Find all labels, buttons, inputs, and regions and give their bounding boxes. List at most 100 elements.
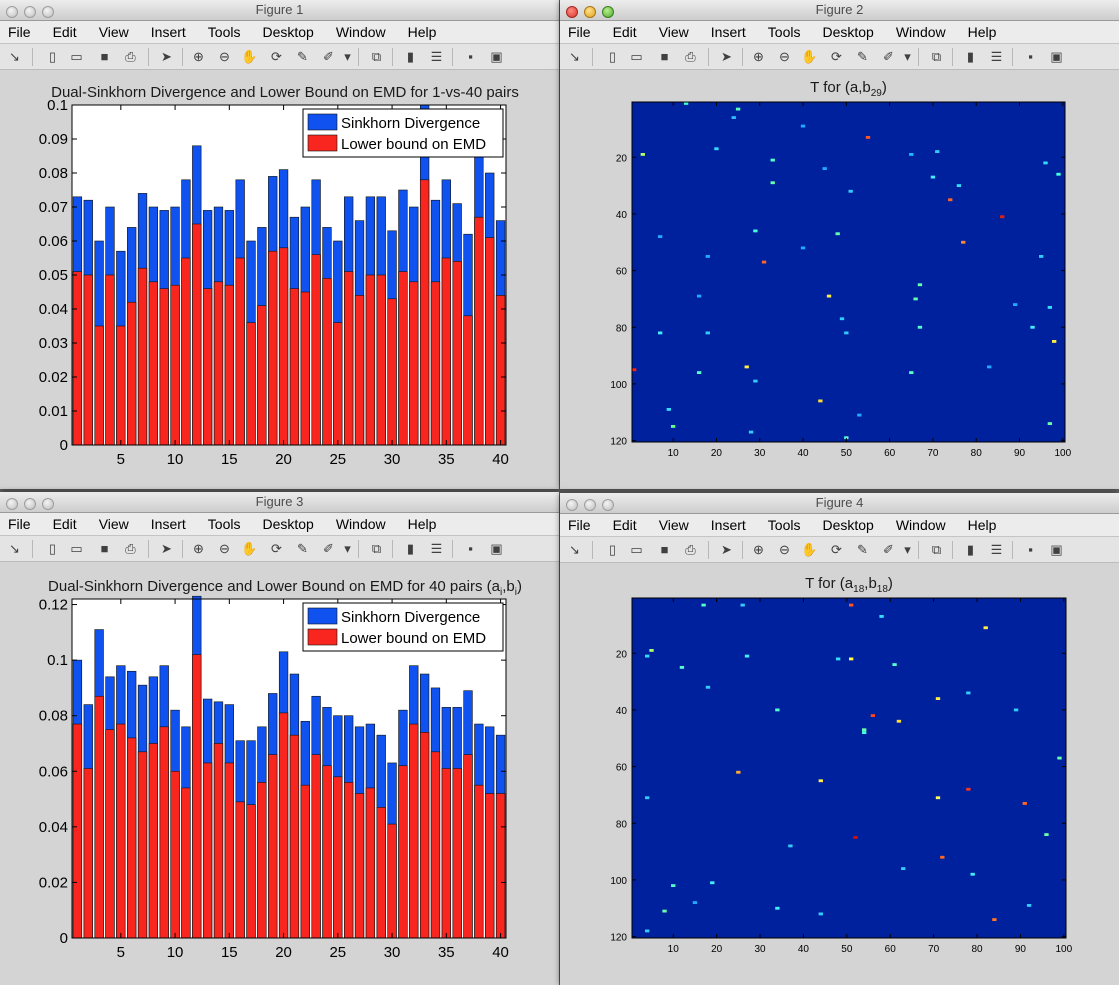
legend-icon[interactable]: ☰ bbox=[988, 541, 1005, 558]
new-figure-icon[interactable]: ▯ bbox=[44, 540, 61, 557]
save-icon[interactable]: ■ bbox=[656, 48, 673, 65]
pan-hand-icon[interactable]: ✋ bbox=[241, 540, 258, 557]
hide-tools-icon[interactable]: ▪ bbox=[1022, 541, 1039, 558]
menu-edit[interactable]: Edit bbox=[613, 517, 637, 533]
brush-dropdown-icon[interactable]: ▾ bbox=[343, 48, 352, 65]
dock-arrow-icon[interactable]: ↘ bbox=[6, 540, 23, 557]
open-file-icon[interactable]: ▭ bbox=[628, 48, 645, 65]
menu-insert[interactable]: Insert bbox=[151, 516, 186, 532]
rotate-3d-icon[interactable]: ⟳ bbox=[268, 540, 285, 557]
close-icon[interactable] bbox=[6, 498, 18, 510]
save-icon[interactable]: ■ bbox=[96, 540, 113, 557]
menu-help[interactable]: Help bbox=[408, 24, 437, 40]
menu-file[interactable]: File bbox=[568, 24, 591, 40]
brush-icon[interactable]: ✐ bbox=[880, 48, 897, 65]
colorbar-icon[interactable]: ▮ bbox=[962, 48, 979, 65]
show-tools-icon[interactable]: ▣ bbox=[1048, 48, 1065, 65]
print-icon[interactable]: ⎙ bbox=[682, 541, 699, 558]
colorbar-icon[interactable]: ▮ bbox=[402, 48, 419, 65]
menu-tools[interactable]: Tools bbox=[208, 516, 241, 532]
dock-arrow-icon[interactable]: ↘ bbox=[566, 48, 583, 65]
menu-window[interactable]: Window bbox=[896, 24, 946, 40]
zoom-out-icon[interactable]: ⊖ bbox=[216, 540, 233, 557]
menu-view[interactable]: View bbox=[659, 24, 689, 40]
pan-hand-icon[interactable]: ✋ bbox=[241, 48, 258, 65]
menu-tools[interactable]: Tools bbox=[768, 24, 801, 40]
menu-view[interactable]: View bbox=[99, 516, 129, 532]
open-file-icon[interactable]: ▭ bbox=[68, 540, 85, 557]
menu-edit[interactable]: Edit bbox=[53, 24, 77, 40]
select-arrow-icon[interactable]: ➤ bbox=[158, 540, 175, 557]
print-icon[interactable]: ⎙ bbox=[122, 48, 139, 65]
figure2-titlebar[interactable]: Figure 2 bbox=[560, 0, 1119, 21]
zoom-out-icon[interactable]: ⊖ bbox=[776, 48, 793, 65]
dock-arrow-icon[interactable]: ↘ bbox=[6, 48, 23, 65]
figure1-titlebar[interactable]: Figure 1 bbox=[0, 0, 559, 21]
close-icon[interactable] bbox=[566, 6, 578, 18]
select-arrow-icon[interactable]: ➤ bbox=[158, 48, 175, 65]
menu-view[interactable]: View bbox=[99, 24, 129, 40]
hide-tools-icon[interactable]: ▪ bbox=[462, 48, 479, 65]
data-cursor-icon[interactable]: ✎ bbox=[854, 541, 871, 558]
menu-tools[interactable]: Tools bbox=[768, 517, 801, 533]
zoom-in-icon[interactable]: ⊕ bbox=[750, 48, 767, 65]
menu-file[interactable]: File bbox=[8, 516, 31, 532]
rotate-3d-icon[interactable]: ⟳ bbox=[268, 48, 285, 65]
brush-icon[interactable]: ✐ bbox=[320, 540, 337, 557]
open-file-icon[interactable]: ▭ bbox=[68, 48, 85, 65]
menu-desktop[interactable]: Desktop bbox=[262, 24, 313, 40]
minimize-icon[interactable] bbox=[584, 6, 596, 18]
menu-view[interactable]: View bbox=[659, 517, 689, 533]
zoom-icon[interactable] bbox=[602, 499, 614, 511]
save-icon[interactable]: ■ bbox=[96, 48, 113, 65]
show-tools-icon[interactable]: ▣ bbox=[488, 48, 505, 65]
data-cursor-icon[interactable]: ✎ bbox=[854, 48, 871, 65]
new-figure-icon[interactable]: ▯ bbox=[44, 48, 61, 65]
new-figure-icon[interactable]: ▯ bbox=[604, 541, 621, 558]
rotate-3d-icon[interactable]: ⟳ bbox=[828, 48, 845, 65]
save-icon[interactable]: ■ bbox=[656, 541, 673, 558]
zoom-in-icon[interactable]: ⊕ bbox=[190, 48, 207, 65]
menu-file[interactable]: File bbox=[568, 517, 591, 533]
link-plot-icon[interactable]: ⧉ bbox=[928, 48, 945, 65]
zoom-icon[interactable] bbox=[42, 6, 54, 18]
legend-icon[interactable]: ☰ bbox=[428, 48, 445, 65]
show-tools-icon[interactable]: ▣ bbox=[1048, 541, 1065, 558]
brush-icon[interactable]: ✐ bbox=[880, 541, 897, 558]
minimize-icon[interactable] bbox=[24, 6, 36, 18]
zoom-icon[interactable] bbox=[42, 498, 54, 510]
link-plot-icon[interactable]: ⧉ bbox=[928, 541, 945, 558]
brush-dropdown-icon[interactable]: ▾ bbox=[343, 540, 352, 557]
menu-insert[interactable]: Insert bbox=[711, 517, 746, 533]
menu-desktop[interactable]: Desktop bbox=[822, 24, 873, 40]
rotate-3d-icon[interactable]: ⟳ bbox=[828, 541, 845, 558]
link-plot-icon[interactable]: ⧉ bbox=[368, 48, 385, 65]
link-plot-icon[interactable]: ⧉ bbox=[368, 540, 385, 557]
data-cursor-icon[interactable]: ✎ bbox=[294, 540, 311, 557]
legend-icon[interactable]: ☰ bbox=[428, 540, 445, 557]
menu-insert[interactable]: Insert bbox=[711, 24, 746, 40]
menu-window[interactable]: Window bbox=[336, 516, 386, 532]
menu-window[interactable]: Window bbox=[336, 24, 386, 40]
hide-tools-icon[interactable]: ▪ bbox=[462, 540, 479, 557]
legend-icon[interactable]: ☰ bbox=[988, 48, 1005, 65]
figure3-titlebar[interactable]: Figure 3 bbox=[0, 492, 559, 513]
colorbar-icon[interactable]: ▮ bbox=[402, 540, 419, 557]
figure4-titlebar[interactable]: Figure 4 bbox=[560, 493, 1119, 514]
minimize-icon[interactable] bbox=[24, 498, 36, 510]
data-cursor-icon[interactable]: ✎ bbox=[294, 48, 311, 65]
dock-arrow-icon[interactable]: ↘ bbox=[566, 541, 583, 558]
menu-desktop[interactable]: Desktop bbox=[262, 516, 313, 532]
menu-window[interactable]: Window bbox=[896, 517, 946, 533]
colorbar-icon[interactable]: ▮ bbox=[962, 541, 979, 558]
zoom-out-icon[interactable]: ⊖ bbox=[776, 541, 793, 558]
select-arrow-icon[interactable]: ➤ bbox=[718, 541, 735, 558]
minimize-icon[interactable] bbox=[584, 499, 596, 511]
open-file-icon[interactable]: ▭ bbox=[628, 541, 645, 558]
brush-icon[interactable]: ✐ bbox=[320, 48, 337, 65]
menu-edit[interactable]: Edit bbox=[53, 516, 77, 532]
menu-desktop[interactable]: Desktop bbox=[822, 517, 873, 533]
zoom-in-icon[interactable]: ⊕ bbox=[750, 541, 767, 558]
menu-tools[interactable]: Tools bbox=[208, 24, 241, 40]
brush-dropdown-icon[interactable]: ▾ bbox=[903, 48, 912, 65]
